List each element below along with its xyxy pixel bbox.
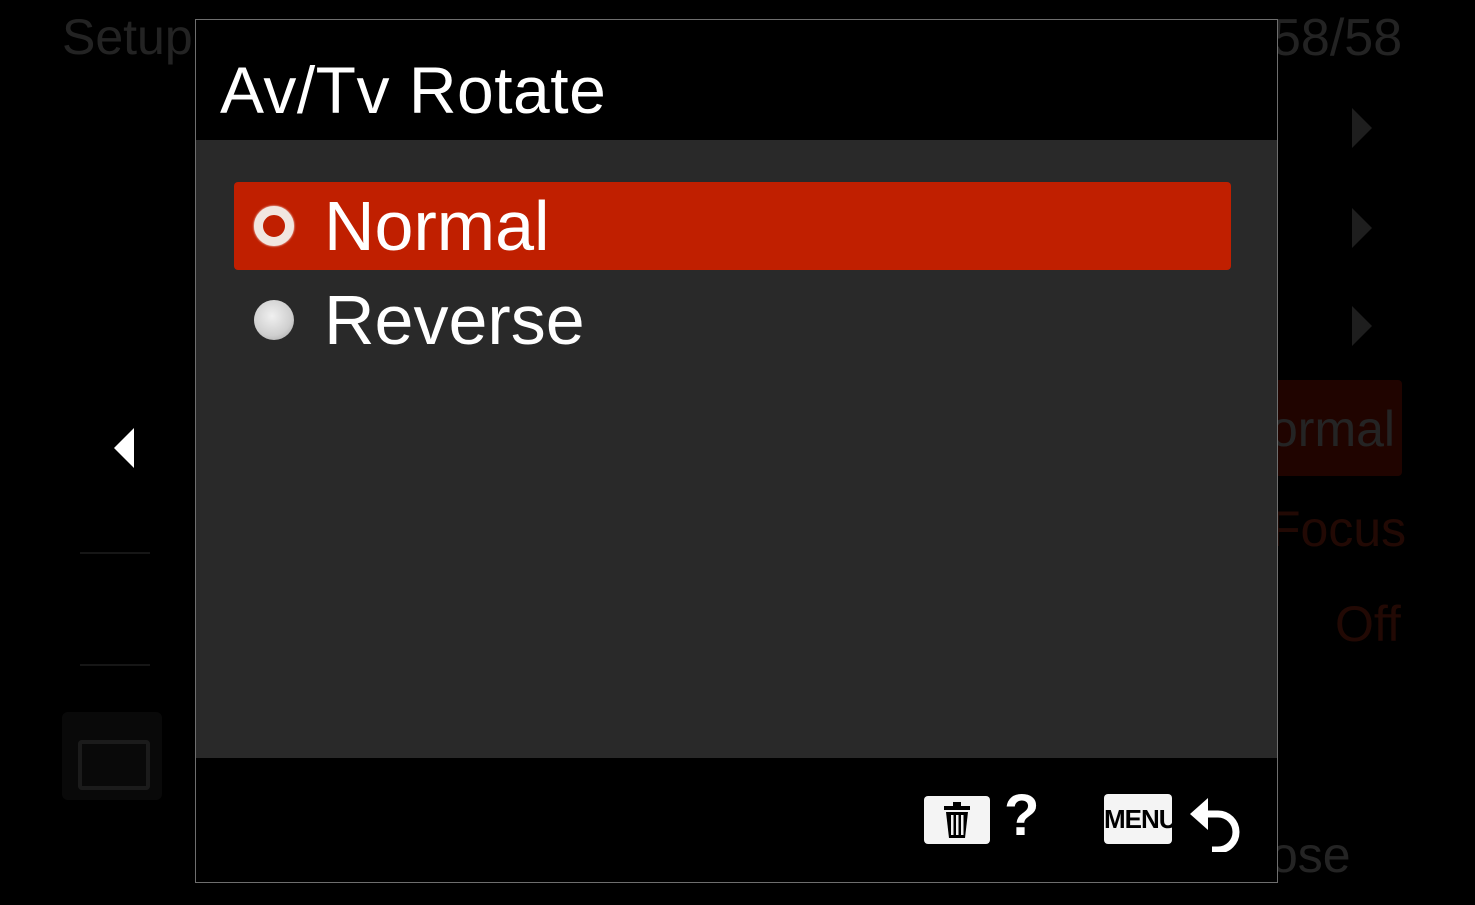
radio-unselected-icon	[254, 300, 294, 340]
background-menu-title: Setup	[62, 9, 193, 65]
dialog-title: Av/Tv Rotate	[220, 53, 607, 127]
chevron-right-icon	[1352, 306, 1372, 346]
background-value: ose	[1270, 827, 1351, 883]
help-icon[interactable]: ?	[1004, 784, 1039, 848]
divider	[80, 664, 150, 666]
trash-icon[interactable]	[924, 796, 990, 844]
chevron-right-icon	[1352, 208, 1372, 248]
av-tv-rotate-dialog: Av/Tv Rotate Normal Reverse ? MENU	[195, 19, 1278, 883]
radio-selected-icon	[254, 206, 294, 246]
chevron-left-icon[interactable]	[114, 428, 134, 468]
background-page-indicator: 58/58	[1272, 9, 1403, 67]
dialog-footer: ? MENU	[196, 758, 1277, 882]
toolbox-icon	[62, 712, 162, 800]
dialog-header: Av/Tv Rotate	[196, 20, 1277, 140]
background-value: Off	[1335, 596, 1401, 652]
option-reverse[interactable]: Reverse	[234, 276, 1231, 364]
option-label: Normal	[324, 187, 550, 265]
menu-button[interactable]: MENU	[1104, 794, 1178, 844]
return-arrow-icon[interactable]	[1188, 790, 1248, 854]
option-label: Reverse	[324, 281, 585, 359]
option-normal[interactable]: Normal	[234, 182, 1231, 270]
background-value: Focus	[1270, 501, 1407, 557]
divider	[80, 552, 150, 554]
background-value: ormal	[1270, 401, 1396, 457]
options-list: Normal Reverse	[196, 140, 1277, 758]
chevron-right-icon	[1352, 108, 1372, 148]
